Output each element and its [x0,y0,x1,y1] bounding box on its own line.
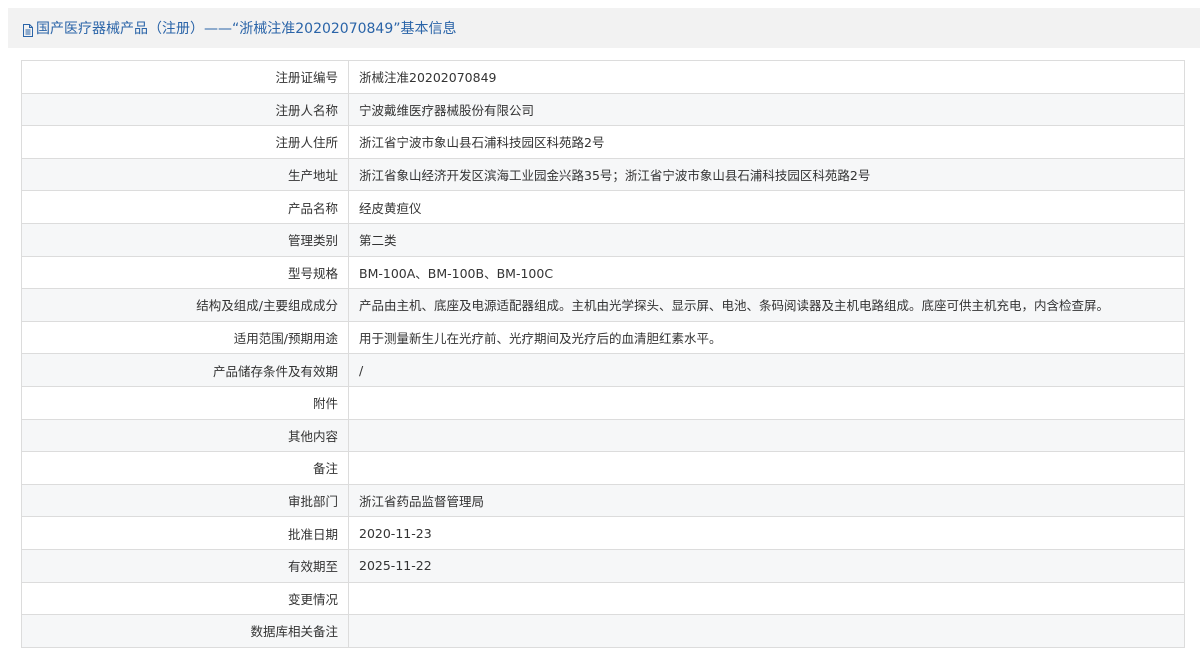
row-value: 用于测量新生儿在光疗前、光疗期间及光疗后的血清胆红素水平。 [348,320,1185,355]
table-row: 备注 [21,451,1185,485]
row-value: 2025-11-22 [348,548,1185,583]
row-label: 注册人名称 [21,92,349,127]
info-table-body: 注册证编号 浙械注准20202070849 注册人名称 宁波戴维医疗器械股份有限公司… [21,60,1185,648]
row-value [348,418,1185,453]
row-label: 审批部门 [21,483,349,518]
table-row: 审批部门 浙江省药品监督管理局 [21,483,1185,518]
row-value [348,581,1185,616]
row-value: BM-100A、BM-100B、BM-100C [348,255,1185,290]
row-label: 生产地址 [21,157,349,192]
info-table: 注册证编号 浙械注准20202070849 注册人名称 宁波戴维医疗器械股份有限公司… [21,60,1185,648]
row-value: 浙江省药品监督管理局 [348,483,1185,518]
table-row: 结构及组成/主要组成成分 产品由主机、底座及电源适配器组成。主机由光学探头、显示屏… [21,288,1185,322]
row-value [348,385,1185,420]
row-value: 浙江省宁波市象山县石浦科技园区科苑路2号 [348,125,1185,159]
table-row: 型号规格 BM-100A、BM-100B、BM-100C [21,255,1185,290]
row-value [348,614,1185,648]
table-row: 注册人住所 浙江省宁波市象山县石浦科技园区科苑路2号 [21,125,1185,159]
row-label: 备注 [21,451,349,485]
table-row: 注册人名称 宁波戴维医疗器械股份有限公司 [21,92,1185,127]
table-row: 批准日期 2020-11-23 [21,516,1185,550]
title-bar: 国产医疗器械产品（注册）——“浙械注准20202070849”基本信息 [8,8,1200,48]
row-value: 浙械注准20202070849 [348,60,1185,94]
row-label: 适用范围/预期用途 [21,320,349,355]
table-row: 有效期至 2025-11-22 [21,548,1185,583]
table-row: 适用范围/预期用途 用于测量新生儿在光疗前、光疗期间及光疗后的血清胆红素水平。 [21,320,1185,355]
table-row: 数据库相关备注 [21,614,1185,648]
row-label: 批准日期 [21,516,349,550]
row-label: 附件 [21,385,349,420]
row-label: 注册人住所 [21,125,349,159]
document-icon [22,22,34,37]
table-row: 产品储存条件及有效期 / [21,353,1185,387]
table-row: 生产地址 浙江省象山经济开发区滨海工业园金兴路35号；浙江省宁波市象山县石浦科技园… [21,157,1185,192]
row-value: 宁波戴维医疗器械股份有限公司 [348,92,1185,127]
page-title: 国产医疗器械产品（注册）——“浙械注准20202070849”基本信息 [36,21,457,37]
row-label: 管理类别 [21,222,349,257]
row-value: / [348,353,1185,387]
row-value: 经皮黄疸仪 [348,190,1185,224]
row-value [348,451,1185,485]
row-label: 型号规格 [21,255,349,290]
row-value: 2020-11-23 [348,516,1185,550]
table-row: 其他内容 [21,418,1185,453]
table-row: 变更情况 [21,581,1185,616]
row-value: 第二类 [348,222,1185,257]
table-row: 附件 [21,385,1185,420]
table-row: 注册证编号 浙械注准20202070849 [21,60,1185,94]
row-value: 浙江省象山经济开发区滨海工业园金兴路35号；浙江省宁波市象山县石浦科技园区科苑路… [348,157,1185,192]
table-row: 管理类别 第二类 [21,222,1185,257]
row-label: 数据库相关备注 [21,614,349,648]
row-label: 变更情况 [21,581,349,616]
row-value: 产品由主机、底座及电源适配器组成。主机由光学探头、显示屏、电池、条码阅读器及主机… [348,288,1185,322]
row-label: 结构及组成/主要组成成分 [21,288,349,322]
table-row: 产品名称 经皮黄疸仪 [21,190,1185,224]
row-label: 产品名称 [21,190,349,224]
row-label: 注册证编号 [21,60,349,94]
row-label: 其他内容 [21,418,349,453]
row-label: 产品储存条件及有效期 [21,353,349,387]
row-label: 有效期至 [21,548,349,583]
page: 国产医疗器械产品（注册）——“浙械注准20202070849”基本信息 注册证编… [0,0,1200,658]
